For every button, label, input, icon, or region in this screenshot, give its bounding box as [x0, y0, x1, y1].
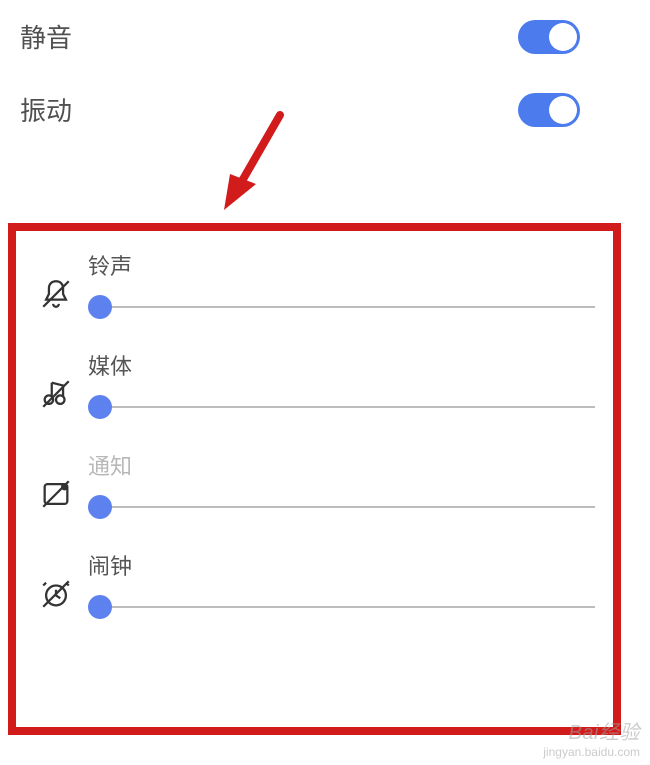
toggle-knob: [549, 23, 577, 51]
slider-col: 媒体: [78, 349, 595, 421]
vibrate-toggle[interactable]: [518, 93, 580, 127]
slider-thumb[interactable]: [88, 495, 112, 519]
notification-muted-icon: [34, 477, 78, 511]
media-slider[interactable]: [88, 393, 595, 421]
ringtone-slider[interactable]: [88, 293, 595, 321]
toggle-row-vibrate: 振动: [0, 73, 650, 146]
slider-label-notification: 通知: [88, 449, 595, 481]
media-muted-icon: [34, 377, 78, 411]
toggle-knob: [549, 96, 577, 124]
slider-label-ringtone: 铃声: [88, 249, 595, 281]
slider-thumb[interactable]: [88, 395, 112, 419]
slider-track: [100, 506, 595, 508]
toggle-row-mute: 静音: [0, 0, 650, 73]
slider-track: [100, 406, 595, 408]
slider-row-alarm: 闹钟: [34, 549, 595, 621]
slider-thumb[interactable]: [88, 295, 112, 319]
slider-track: [100, 606, 595, 608]
slider-col: 铃声: [78, 249, 595, 321]
slider-label-alarm: 闹钟: [88, 549, 595, 581]
mute-toggle[interactable]: [518, 20, 580, 54]
alarm-slider[interactable]: [88, 593, 595, 621]
slider-label-media: 媒体: [88, 349, 595, 381]
watermark-line2: jingyan.baidu.com: [543, 745, 640, 759]
toggle-label-vibrate: 振动: [20, 91, 72, 128]
slider-col: 闹钟: [78, 549, 595, 621]
slider-thumb[interactable]: [88, 595, 112, 619]
sliders-highlight-box: 铃声 媒体: [8, 223, 621, 735]
ringtone-muted-icon: [34, 277, 78, 311]
toggle-label-mute: 静音: [20, 18, 72, 55]
slider-row-media: 媒体: [34, 349, 595, 421]
notification-slider[interactable]: [88, 493, 595, 521]
alarm-muted-icon: [34, 577, 78, 611]
slider-track: [100, 306, 595, 308]
slider-row-ringtone: 铃声: [34, 249, 595, 321]
slider-col: 通知: [78, 449, 595, 521]
slider-row-notification: 通知: [34, 449, 595, 521]
